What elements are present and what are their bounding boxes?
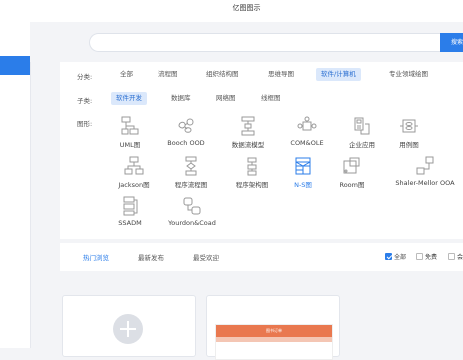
subcategory-wireframe[interactable]: 线框图 <box>256 92 286 105</box>
shape-label: 程序流程图 <box>174 181 208 189</box>
category-flowchart[interactable]: 流程图 <box>153 68 183 81</box>
shape-yourdon-coad[interactable]: Yourdon&Coad <box>160 196 224 227</box>
jackson-diagram-icon <box>124 156 144 175</box>
thumbnail-bar <box>216 337 332 342</box>
shape-label: Booch OOD <box>167 139 205 147</box>
program-flowchart-icon <box>185 156 197 176</box>
template-tabs: 热门浏览 最新发布 最受欢迎 全部 免费 会 <box>60 243 463 271</box>
left-sidebar <box>0 0 31 348</box>
shape-use-case[interactable]: 用例图 <box>377 116 441 149</box>
subcategory-label: 子类: <box>77 97 93 105</box>
shape-booch-ood[interactable]: Booch OOD <box>154 116 218 147</box>
sidebar-active-item[interactable] <box>0 56 30 75</box>
subcategory-database[interactable]: 数据库 <box>166 92 196 105</box>
program-architecture-icon <box>247 157 257 176</box>
use-case-icon <box>400 119 418 133</box>
shape-label: UML图 <box>119 141 141 149</box>
filter-member-checkbox[interactable]: 会 <box>448 252 463 261</box>
filter-all-label: 全部 <box>394 254 407 261</box>
window-title: 亿图图示 <box>232 4 261 12</box>
category-all[interactable]: 全部 <box>115 68 138 81</box>
shape-label: SSADM <box>118 219 142 227</box>
search-input[interactable] <box>89 33 443 52</box>
title-bar: 亿图图示 <box>30 0 463 22</box>
shape-jackson[interactable]: Jackson图 <box>102 156 166 189</box>
booch-ood-icon <box>178 118 194 133</box>
checkbox-checked-icon <box>385 253 392 260</box>
shape-label: Jackson图 <box>118 181 150 189</box>
subcategory-software-dev[interactable]: 软件开发 <box>111 92 147 105</box>
filter-member-label: 会 <box>457 254 463 261</box>
category-professional[interactable]: 专业领域绘图 <box>384 68 433 81</box>
data-flow-icon <box>241 116 255 136</box>
filter-panel: 分类: 全部 流程图 组织结构图 思维导图 软件/计算机 专业领域绘图 子类: … <box>60 62 463 239</box>
shape-label: 用例图 <box>399 141 419 149</box>
category-mind-map[interactable]: 思维导图 <box>263 68 299 81</box>
enterprise-app-icon <box>354 117 370 135</box>
shape-shaler-mellor-ooa[interactable]: Shaler-Mellor OOA <box>385 156 463 187</box>
shape-label: Yourdon&Coad <box>168 219 216 227</box>
shape-label: Shaler-Mellor OOA <box>395 179 455 187</box>
shape-data-flow-model[interactable]: 数据流模型 <box>216 116 280 149</box>
yourdon-coad-icon <box>183 197 201 215</box>
shape-label: 数据流模型 <box>231 141 265 149</box>
shapes-label: 图形: <box>77 120 93 128</box>
com-ole-icon <box>297 116 317 131</box>
tab-popular[interactable]: 最受欢迎 <box>193 252 219 262</box>
room-diagram-icon <box>343 157 360 174</box>
tab-latest[interactable]: 最新发布 <box>138 252 164 262</box>
uml-diagram-icon <box>121 116 139 135</box>
template-thumbnail: 图书订单 <box>215 324 333 360</box>
filter-all-checkbox[interactable]: 全部 <box>385 252 406 261</box>
shape-ssadm[interactable]: SSADM <box>98 196 162 227</box>
ssadm-icon <box>123 196 138 216</box>
ns-diagram-icon <box>295 157 311 175</box>
filter-free-checkbox[interactable]: 免费 <box>416 252 437 261</box>
shape-room[interactable]: Room图 <box>320 156 384 189</box>
shape-label: Room图 <box>339 181 365 189</box>
plus-icon <box>113 314 143 344</box>
filter-free-label: 免费 <box>425 254 438 261</box>
checkbox-icon <box>416 253 423 260</box>
search-row: 搜索 <box>30 22 463 62</box>
tab-hot[interactable]: 热门浏览 <box>83 252 109 262</box>
shape-uml[interactable]: UML图 <box>98 116 162 149</box>
category-software[interactable]: 软件/计算机 <box>316 68 361 81</box>
category-label: 分类: <box>77 73 93 81</box>
search-button[interactable]: 搜索 <box>440 33 463 52</box>
shaler-mellor-icon <box>416 156 434 175</box>
checkbox-icon <box>448 253 455 260</box>
shape-program-flowchart[interactable]: 程序流程图 <box>159 156 223 189</box>
category-org-chart[interactable]: 组织结构图 <box>201 68 244 81</box>
subcategory-network[interactable]: 网络图 <box>211 92 241 105</box>
thumbnail-title: 图书订单 <box>216 325 332 337</box>
